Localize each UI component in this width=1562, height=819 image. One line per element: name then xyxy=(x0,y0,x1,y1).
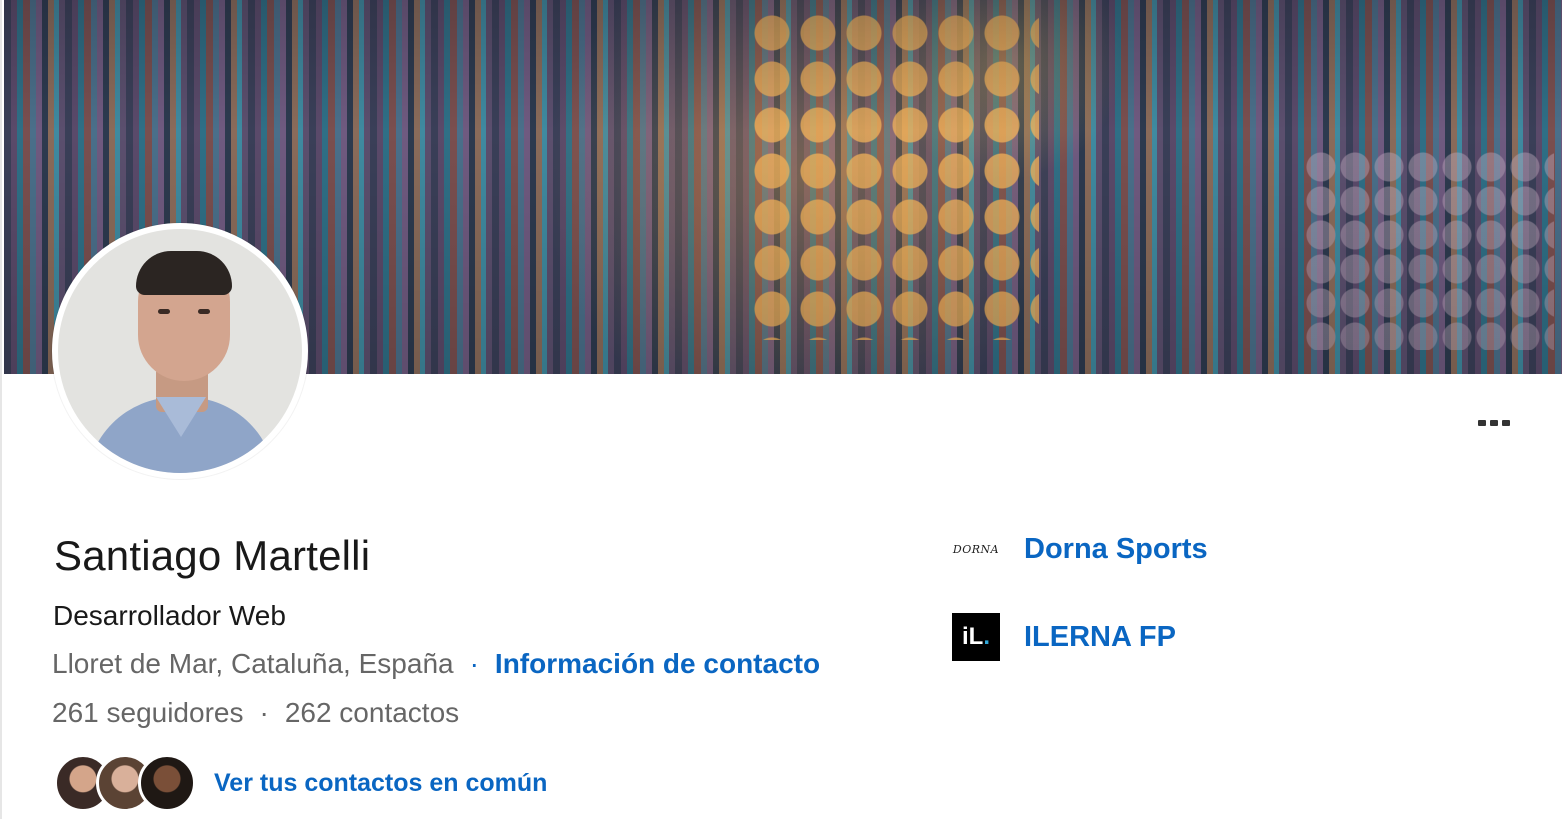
separator-dot: · xyxy=(469,648,479,679)
experience-item-dorna[interactable]: DORNA Dorna Sports xyxy=(952,525,1512,573)
experience-list: DORNA Dorna Sports iL. ILERNA FP xyxy=(952,525,1512,701)
ilerna-logo-dot: . xyxy=(983,623,990,650)
profile-headline: Desarrollador Web xyxy=(53,600,286,631)
ilerna-logo-text: iL xyxy=(962,623,984,650)
photo-eye xyxy=(158,309,170,314)
more-horizontal-icon xyxy=(1490,420,1498,426)
connections-count[interactable]: 262 contactos xyxy=(285,697,459,729)
location-row: Lloret de Mar, Cataluña, España · Inform… xyxy=(52,648,820,680)
experience-item-ilerna[interactable]: iL. ILERNA FP xyxy=(952,613,1512,661)
followers-count[interactable]: 261 seguidores xyxy=(52,697,243,729)
profile-photo[interactable] xyxy=(52,223,308,479)
mutual-connection-avatars xyxy=(54,752,196,814)
mutual-connections-link[interactable]: Ver tus contactos en común xyxy=(214,769,547,798)
experience-company-name[interactable]: ILERNA FP xyxy=(1024,621,1176,654)
dorna-logo: DORNA xyxy=(952,542,1000,556)
photo-eye xyxy=(198,309,210,314)
contact-info-link[interactable]: Información de contacto xyxy=(495,648,820,680)
more-options-button[interactable] xyxy=(1464,404,1524,442)
avatar xyxy=(138,754,196,812)
experience-company-name[interactable]: Dorna Sports xyxy=(1024,533,1208,566)
mutual-connections[interactable]: Ver tus contactos en común xyxy=(54,752,547,814)
network-stats: 261 seguidores · 262 contactos xyxy=(52,697,459,729)
profile-name: Santiago Martelli xyxy=(54,532,371,579)
profile-card: Santiago Martelli Desarrollador Web Llor… xyxy=(0,0,1562,819)
photo-hair xyxy=(136,251,232,295)
more-horizontal-icon xyxy=(1502,420,1510,426)
ilerna-logo: iL. xyxy=(952,613,1000,661)
profile-location: Lloret de Mar, Cataluña, España xyxy=(52,648,454,679)
more-horizontal-icon xyxy=(1478,420,1486,426)
separator-dot: · xyxy=(259,697,269,728)
